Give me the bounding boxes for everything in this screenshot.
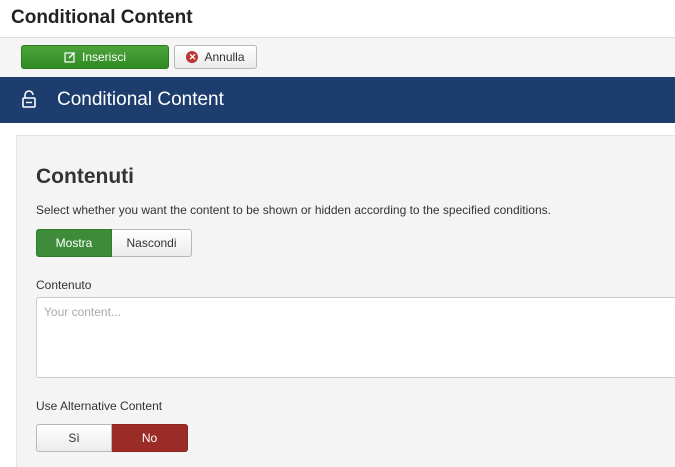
section-title: Contenuti bbox=[36, 165, 134, 188]
edit-icon bbox=[64, 51, 76, 63]
module-title: Conditional Content bbox=[57, 89, 224, 110]
alternative-content-toggle: Sì No bbox=[36, 424, 188, 452]
hide-option-button[interactable]: Nascondi bbox=[112, 229, 192, 257]
insert-button[interactable]: Inserisci bbox=[21, 45, 169, 69]
no-option-button[interactable]: No bbox=[112, 424, 188, 452]
yes-option-button[interactable]: Sì bbox=[36, 424, 112, 452]
visibility-toggle: Mostra Nascondi bbox=[36, 229, 192, 257]
content-label: Contenuto bbox=[36, 278, 92, 292]
toolbar: Inserisci ✕ Annulla bbox=[0, 38, 675, 77]
insert-button-label: Inserisci bbox=[81, 50, 126, 64]
unlock-icon bbox=[22, 90, 36, 113]
content-textarea[interactable] bbox=[36, 297, 675, 378]
cancel-button-label: Annulla bbox=[204, 50, 245, 64]
title-bar: Conditional Content bbox=[0, 0, 675, 38]
module-header: Conditional Content bbox=[0, 77, 675, 123]
page-title: Conditional Content bbox=[11, 7, 193, 28]
section-description: Select whether you want the content to b… bbox=[36, 203, 551, 217]
cancel-icon: ✕ bbox=[186, 51, 199, 63]
alternative-content-label: Use Alternative Content bbox=[36, 399, 163, 413]
show-option-button[interactable]: Mostra bbox=[36, 229, 112, 257]
cancel-button[interactable]: ✕ Annulla bbox=[174, 45, 257, 69]
